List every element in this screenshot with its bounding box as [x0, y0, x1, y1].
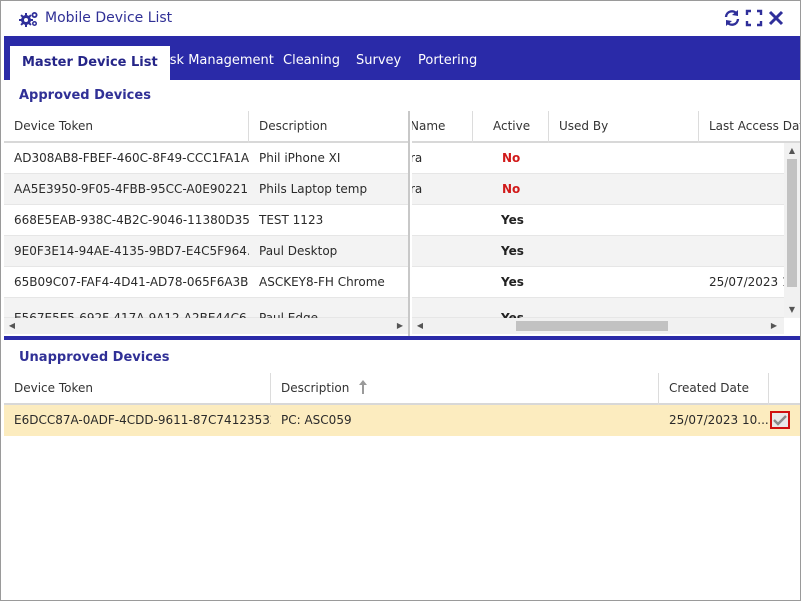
active-cell: Yes	[501, 244, 524, 258]
checkmark-icon	[773, 415, 787, 426]
table-row[interactable]: Yes	[412, 298, 784, 325]
scroll-left-arrow-icon[interactable]: ◀	[6, 320, 18, 332]
scroll-up-arrow-icon[interactable]: ▲	[786, 145, 798, 157]
scroll-right-arrow-icon[interactable]: ▶	[768, 320, 780, 332]
approved-frozen-grid: Device Token Description AD308AB8-FBEF-4…	[4, 111, 410, 336]
device-token-cell: 668E5EAB-938C-4B2C-9046-11380D35...	[14, 213, 249, 227]
tab-task-management[interactable]: Task Management	[144, 44, 286, 80]
last-access-cell	[699, 174, 784, 204]
name-cell	[412, 205, 473, 235]
column-header-device-token[interactable]: Device Token	[4, 373, 271, 405]
table-row[interactable]: E567E5E5-692F-417A-9A12-A2BE44C6... Paul…	[4, 298, 408, 325]
frozen-horizontal-scrollbar[interactable]: ◀ ▶	[4, 318, 408, 334]
active-cell: Yes	[501, 213, 524, 227]
description-cell: ASCKEY8-FH Chrome	[259, 275, 385, 289]
column-header-description[interactable]: Description	[249, 111, 408, 143]
name-cell: ra	[412, 182, 423, 196]
device-token-cell: AD308AB8-FBEF-460C-8F49-CCC1FA1A...	[14, 151, 249, 165]
section-divider	[4, 336, 800, 340]
column-header-description-sorted[interactable]: Description	[271, 373, 659, 405]
tab-bar: Master Device List Task Management Clean…	[4, 36, 800, 80]
column-header-device-token[interactable]: Device Token	[4, 111, 249, 143]
window-title: Mobile Device List	[45, 10, 173, 26]
sort-up-arrow-icon	[359, 380, 368, 394]
mobile-device-list-window: Mobile Device List Master Device List Ta…	[0, 0, 801, 601]
table-row-selected[interactable]: E6DCC87A-0ADF-4CDD-9611-87C741235323 PC:…	[4, 405, 800, 436]
gears-icon	[19, 12, 38, 27]
unapproved-devices-title: Unapproved Devices	[19, 350, 170, 365]
refresh-icon[interactable]	[723, 9, 741, 27]
grid-header: Device Token Description	[4, 111, 408, 143]
grid-header: Device Token Description Created Date	[4, 373, 800, 405]
device-token-cell: AA5E3950-9F05-4FBB-95CC-A0E90221...	[14, 182, 249, 196]
table-row[interactable]: 668E5EAB-938C-4B2C-9046-11380D35... TEST…	[4, 205, 408, 236]
table-row[interactable]: ra No	[412, 174, 784, 205]
last-access-cell: 25/07/2023 1	[709, 275, 784, 289]
description-cell: TEST 1123	[259, 213, 324, 227]
table-row[interactable]: AD308AB8-FBEF-460C-8F49-CCC1FA1A... Phil…	[4, 143, 408, 174]
table-row[interactable]: Yes	[412, 236, 784, 267]
device-token-cell: 65B09C07-FAF4-4D41-AD78-065F6A3B...	[14, 275, 249, 289]
maximize-icon[interactable]	[745, 9, 763, 27]
active-cell: No	[502, 151, 521, 165]
close-icon[interactable]	[767, 9, 785, 27]
table-row[interactable]: 9E0F3E14-94AE-4135-9BD7-E4C5F964... Paul…	[4, 236, 408, 267]
tab-survey[interactable]: Survey	[344, 44, 413, 80]
scroll-down-arrow-icon[interactable]: ▼	[786, 304, 798, 316]
approved-scroll-grid: Name Active Used By Last Access Date ra …	[412, 111, 800, 336]
vertical-scroll-thumb[interactable]	[787, 159, 797, 287]
description-cell: Phils Laptop temp	[259, 182, 368, 196]
table-row[interactable]: Yes 25/07/2023 1	[412, 267, 784, 298]
grid-header: Name Active Used By Last Access Date	[412, 111, 800, 143]
name-cell	[412, 267, 473, 297]
table-row[interactable]: Yes	[412, 205, 784, 236]
column-header-used-by[interactable]: Used By	[549, 111, 699, 143]
column-header-active[interactable]: Active	[473, 111, 549, 143]
vertical-scrollbar[interactable]: ▲ ▼	[784, 143, 800, 318]
scroll-right-arrow-icon[interactable]: ▶	[394, 320, 406, 332]
description-cell: PC: ASC059	[281, 413, 352, 427]
tab-cleaning[interactable]: Cleaning	[271, 44, 352, 80]
last-access-cell	[699, 236, 784, 266]
title-bar: Mobile Device List	[1, 1, 800, 36]
column-header-last-access-date[interactable]: Last Access Date	[699, 111, 800, 143]
table-row[interactable]: AA5E3950-9F05-4FBB-95CC-A0E90221... Phil…	[4, 174, 408, 205]
horizontal-scrollbar[interactable]: ◀ ▶	[412, 318, 784, 334]
column-header-approve	[769, 373, 800, 405]
name-cell	[412, 236, 473, 266]
scroll-left-arrow-icon[interactable]: ◀	[414, 320, 426, 332]
unapproved-grid-header: Device Token Description Created Date	[4, 373, 800, 405]
horizontal-scroll-thumb[interactable]	[516, 321, 668, 331]
last-access-cell	[699, 205, 784, 235]
approve-checkbox[interactable]	[770, 411, 790, 429]
table-row[interactable]: 65B09C07-FAF4-4D41-AD78-065F6A3B... ASCK…	[4, 267, 408, 298]
last-access-cell	[699, 143, 784, 173]
active-cell: No	[502, 182, 521, 196]
table-row[interactable]: ra No	[412, 143, 784, 174]
tab-portering[interactable]: Portering	[406, 44, 489, 80]
created-date-cell: 25/07/2023 10...	[669, 413, 769, 427]
column-header-created-date[interactable]: Created Date	[659, 373, 769, 405]
name-cell: ra	[412, 151, 423, 165]
device-token-cell: E6DCC87A-0ADF-4CDD-9611-87C741235323	[14, 413, 271, 427]
active-cell: Yes	[501, 275, 524, 289]
device-token-cell: 9E0F3E14-94AE-4135-9BD7-E4C5F964...	[14, 244, 249, 258]
description-cell: Paul Desktop	[259, 244, 338, 258]
column-header-name[interactable]: Name	[412, 111, 473, 143]
column-header-description-label: Description	[281, 381, 350, 395]
approved-devices-title: Approved Devices	[19, 88, 151, 103]
description-cell: Phil iPhone XI	[259, 151, 341, 165]
